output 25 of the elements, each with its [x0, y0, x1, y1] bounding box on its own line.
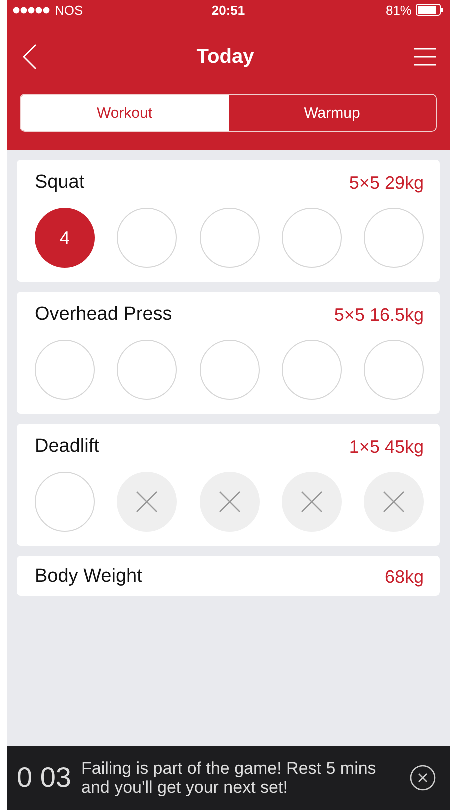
cross-icon: [218, 490, 242, 514]
timer-time: 0 03: [17, 762, 72, 794]
cross-icon: [135, 490, 160, 514]
exercise-name: Deadlift: [35, 436, 100, 458]
sets-weight: 5×5 16.5kg: [334, 304, 424, 326]
segment-tab[interactable]: Workout: [21, 95, 228, 131]
set-button[interactable]: 4: [35, 208, 95, 268]
signal-icon: [13, 6, 51, 14]
sets-weight: 5×5 29kg: [349, 172, 424, 194]
clock-time: 20:51: [212, 2, 246, 18]
back-button[interactable]: [23, 44, 37, 70]
menu-button[interactable]: [414, 48, 436, 66]
exercise-name: Overhead Press: [35, 304, 172, 326]
battery-percent: 81%: [386, 2, 412, 18]
close-button[interactable]: [410, 765, 436, 791]
carrier-name: NOS: [55, 2, 84, 18]
battery-icon: [416, 4, 444, 16]
cross-icon: [382, 490, 406, 514]
body-weight-value: 68kg: [384, 566, 424, 588]
cross-icon: [300, 490, 324, 514]
sets-weight: 1×5 45kg: [349, 436, 424, 458]
exercise-name: Squat: [35, 172, 85, 194]
timer-message: Failing is part of the game! Rest 5 mins and you'll get your next set!: [82, 759, 378, 797]
body-weight-label: Body Weight: [35, 566, 142, 588]
screen-title: Today: [196, 46, 254, 68]
